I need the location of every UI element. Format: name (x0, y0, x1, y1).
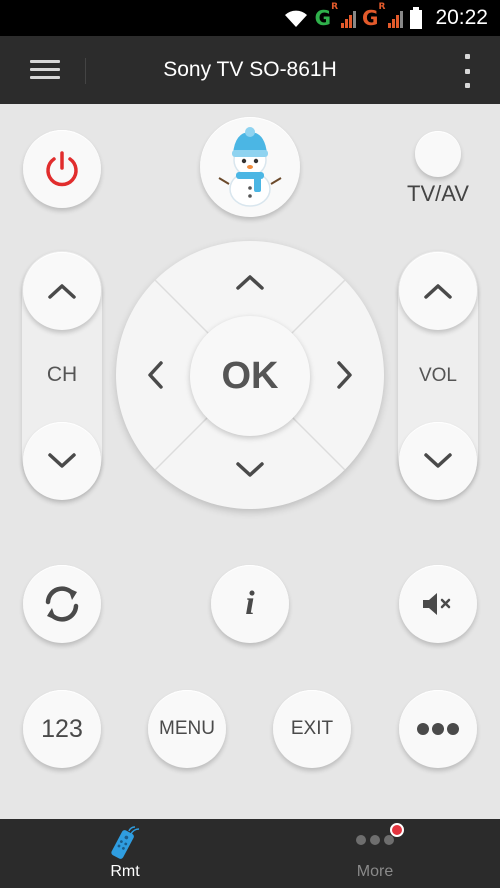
tv-av-button[interactable] (415, 131, 461, 177)
overflow-menu-icon[interactable] (462, 54, 472, 88)
tab-more[interactable]: More (250, 819, 500, 888)
chevron-left-icon (148, 361, 163, 389)
number-pad-button[interactable]: 123 (23, 690, 101, 768)
clock: 20:22 (435, 6, 488, 29)
chevron-up-icon (236, 275, 264, 290)
power-icon (46, 151, 78, 187)
remote-icon (111, 826, 140, 859)
chevron-down-icon (424, 453, 452, 468)
exit-button[interactable]: EXIT (273, 690, 351, 768)
wifi-icon (284, 10, 307, 27)
network-type-2: GR (362, 2, 386, 30)
notification-badge (390, 823, 404, 837)
refresh-button[interactable] (23, 565, 101, 643)
network-type-1: GR (314, 2, 339, 30)
volume-label: VOL (418, 365, 458, 386)
chevron-up-icon (48, 284, 76, 299)
mute-icon (423, 593, 451, 615)
chevron-down-icon (48, 453, 76, 468)
dpad-right-button[interactable] (314, 325, 376, 425)
more-options-button[interactable] (399, 690, 477, 768)
tab-remote-label: Rmt (110, 863, 140, 880)
tv-av-label: TV/AV (407, 181, 469, 206)
device-title: Sony TV SO-861H (163, 58, 337, 81)
chevron-right-icon (337, 361, 352, 389)
mascot-button[interactable] (200, 117, 300, 217)
snowman-icon (218, 127, 282, 207)
tab-bar: Rmt More (0, 819, 500, 888)
channel-down-button[interactable] (23, 422, 101, 500)
channel-up-button[interactable] (23, 252, 101, 330)
remote-panel: TV/AV CH VOL OK i 123 MENU EXIT (0, 104, 500, 819)
more-dots-icon (356, 835, 394, 845)
number-pad-label: 123 (41, 714, 83, 743)
dots-icon (417, 723, 459, 735)
power-button[interactable] (23, 130, 101, 208)
app-bar: Sony TV SO-861H (0, 36, 500, 104)
dpad-left-button[interactable] (124, 325, 186, 425)
chevron-up-icon (424, 284, 452, 299)
menu-button[interactable]: MENU (148, 690, 226, 768)
ok-button[interactable]: OK (190, 316, 310, 436)
chevron-down-icon (236, 462, 264, 477)
status-bar: GR GR 20:22 (0, 0, 500, 36)
battery-icon (410, 7, 423, 29)
channel-label: CH (46, 363, 78, 386)
tab-more-label: More (356, 863, 394, 880)
signal-icon-2 (388, 8, 404, 28)
info-icon: i (245, 585, 255, 622)
dpad-up-button[interactable] (200, 251, 300, 313)
dpad-down-button[interactable] (200, 439, 300, 501)
volume-up-button[interactable] (399, 252, 477, 330)
refresh-icon (45, 586, 79, 622)
signal-icon-1 (341, 8, 357, 28)
volume-down-button[interactable] (399, 422, 477, 500)
tab-remote[interactable]: Rmt (0, 819, 250, 888)
info-button[interactable]: i (211, 565, 289, 643)
exit-label: EXIT (290, 718, 334, 739)
ok-label: OK (221, 354, 279, 397)
menu-label: MENU (159, 718, 215, 739)
mute-button[interactable] (399, 565, 477, 643)
